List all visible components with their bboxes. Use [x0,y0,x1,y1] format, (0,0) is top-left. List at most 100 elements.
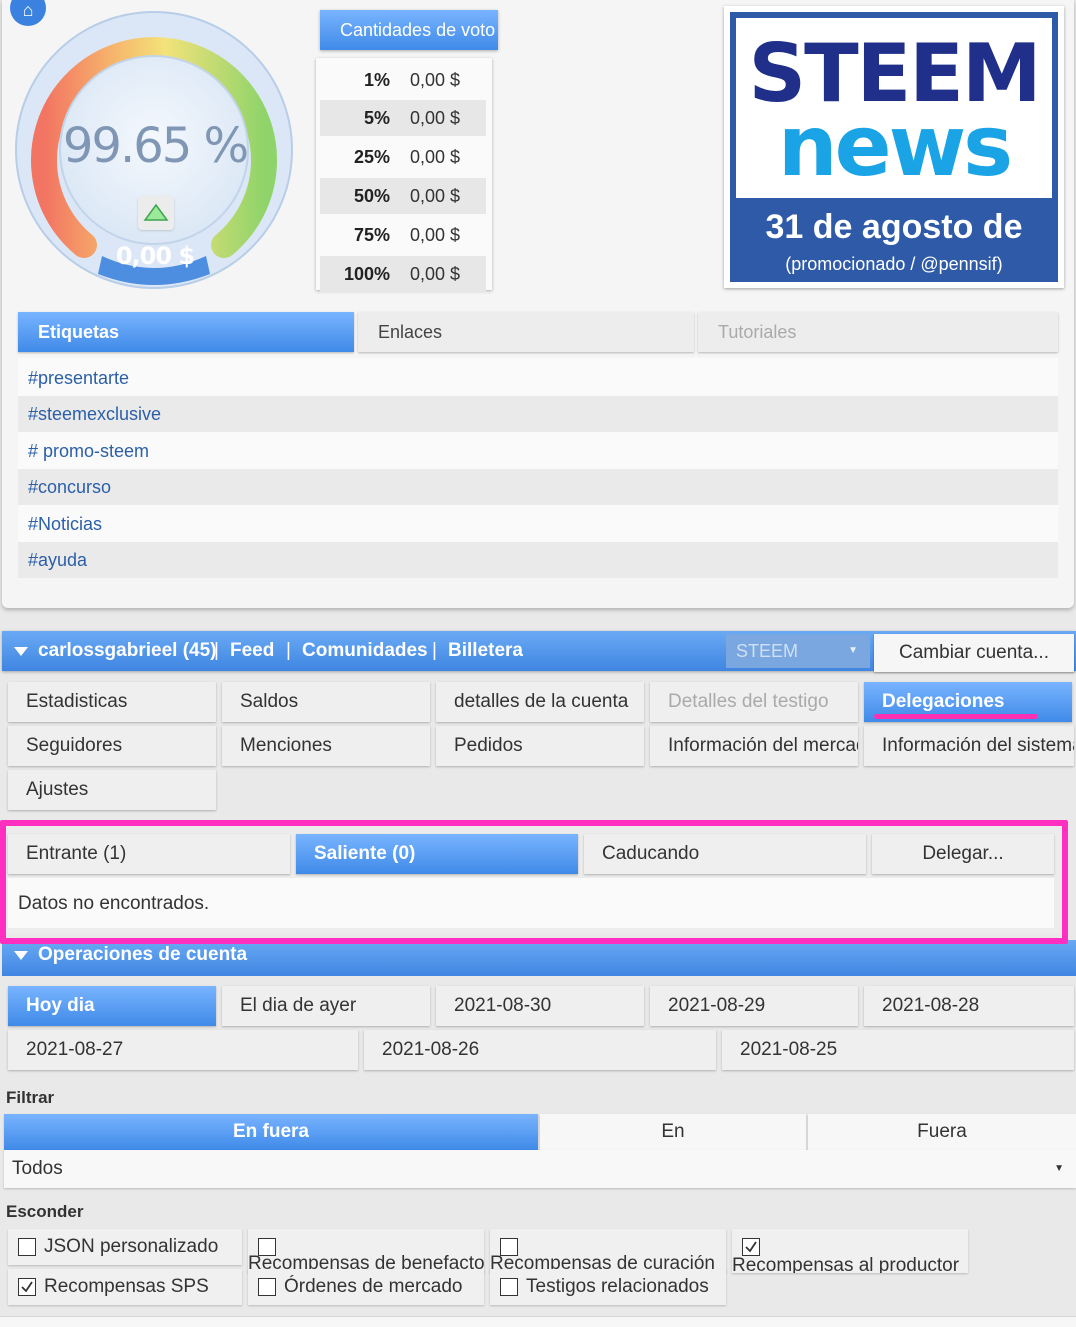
tab-info-mercado[interactable]: Información del mercad [650,726,858,766]
hide-curation-checkbox[interactable]: Recompensas de curación [490,1229,726,1273]
vote-pct: 25% [353,147,390,167]
day-tab[interactable]: 2021-08-25 [722,1030,1074,1070]
checkbox-label: Recompensas SPS [44,1276,209,1297]
tag-link[interactable]: #ayuda [18,542,1058,578]
tab-detalles-cuenta[interactable]: detalles de la cuenta [436,682,644,722]
bottom-edge [0,1316,1076,1327]
hide-label: Esconder [6,1202,84,1221]
steem-news-logo: STEEM news [736,18,1052,198]
vote-amount: 0,00 $ [410,70,461,90]
vote-pct: 50% [353,186,390,206]
filter-in[interactable]: En [540,1114,806,1150]
day-tab[interactable]: 2021-08-27 [8,1030,358,1070]
account-name-link[interactable]: carlossgabrieel (45) [38,631,216,671]
vote-row: 25% 0,00 $ [320,139,486,175]
tab-enlaces[interactable]: Enlaces [358,312,694,352]
checkbox-unchecked-icon [258,1278,276,1296]
tab-tutoriales[interactable]: Tutoriales [698,312,1058,352]
hide-producer-checkbox[interactable]: Recompensas al productor [732,1229,968,1273]
vote-row: 75% 0,00 $ [320,217,486,253]
caret-down-icon: ▼ [848,645,858,656]
day-tab[interactable]: 2021-08-28 [864,986,1074,1026]
vote-row: 1% 0,00 $ [320,62,486,98]
tab-seguidores[interactable]: Seguidores [8,726,216,766]
separator: | [286,640,291,661]
tag-link[interactable]: #Noticias [18,506,1058,542]
tab-info-sistema[interactable]: Información del sistema [864,726,1074,766]
chevron-down-icon[interactable] [14,647,28,656]
tag-list: #presentarte #steemexclusive # promo-ste… [18,358,1058,578]
vote-pct: 100% [343,264,390,284]
day-tab[interactable]: 2021-08-29 [650,986,858,1026]
logo-news-text: news [777,97,1013,195]
tab-pedidos[interactable]: Pedidos [436,726,644,766]
chain-select-value: STEEM [736,641,799,661]
hide-json-checkbox[interactable]: JSON personalizado [8,1229,242,1265]
steem-news-card[interactable]: STEEM news 31 de agosto de (promocionado… [724,6,1064,288]
vote-amount: 0,00 $ [410,147,461,167]
checkbox-unchecked-icon [18,1238,36,1256]
vote-amounts-table: 1% 0,00 $ 5% 0,00 $ 25% 0,00 $ 50% 0,00 $ 75… [316,58,492,292]
hide-benefactor-checkbox[interactable]: Recompensas de benefactor [248,1229,484,1273]
tag-link[interactable]: #steemexclusive [18,396,1058,432]
operation-type-value: Todos [12,1158,63,1179]
filter-label: Filtrar [6,1088,55,1107]
tab-etiquetas[interactable]: Etiquetas [18,312,354,352]
operations-title: Operaciones de cuenta [38,944,248,965]
vote-amount: 0,00 $ [410,225,461,245]
day-tab[interactable]: 2021-08-26 [364,1030,716,1070]
vote-amount: 0,00 $ [410,186,461,206]
checkbox-unchecked-icon [500,1278,518,1296]
tag-link[interactable]: #concurso [18,469,1058,505]
checkbox-checked-icon [742,1238,760,1256]
checkbox-label: Recompensas al productor [732,1255,960,1273]
tab-estadisticas[interactable]: Estadisticas [8,682,216,722]
tag-link[interactable]: # promo-steem [18,433,1058,469]
chevron-down-icon[interactable] [14,951,28,960]
feed-link[interactable]: Feed [230,631,274,671]
vote-row: 5% 0,00 $ [320,100,486,136]
wallet-link[interactable]: Billetera [448,631,523,671]
tab-saldos[interactable]: Saldos [222,682,430,722]
tag-link[interactable]: #presentarte [18,360,1058,396]
steem-news-banner: STEEM news 31 de agosto de (promocionado… [730,12,1058,282]
tab-menciones[interactable]: Menciones [222,726,430,766]
checkbox-label: JSON personalizado [44,1236,219,1257]
separator: | [214,640,219,661]
checkbox-checked-icon [18,1278,36,1296]
voting-power-percent: 99.65 % [62,118,249,174]
day-tab[interactable]: 2021-08-30 [436,986,644,1026]
pink-highlight-box [0,820,1068,944]
checkbox-label: Testigos relacionados [526,1276,709,1297]
account-operations-bar[interactable]: Operaciones de cuenta [2,940,1076,976]
chain-select[interactable]: STEEM ▼ [726,634,870,668]
vote-amounts-title: Cantidades de voto [320,10,498,50]
caret-down-icon: ▼ [1054,1163,1064,1174]
vote-pct: 1% [363,70,390,90]
vote-amount: 0,00 $ [410,108,461,128]
vote-row: 100% 0,00 $ [320,256,486,292]
vote-pct: 75% [353,225,390,245]
day-tab-today[interactable]: Hoy dia [8,986,216,1026]
vote-amount: 0,00 $ [410,264,461,284]
hide-witness-checkbox[interactable]: Testigos relacionados [490,1269,726,1305]
filter-in-out[interactable]: En fuera [4,1114,538,1150]
filter-out[interactable]: Fuera [808,1114,1076,1150]
expand-up-button[interactable] [138,196,174,230]
steemworld-page: ⌂ 99.65 % 0,00 $ Cantidades de voto 1% 0… [0,0,1076,1327]
vote-row: 50% 0,00 $ [320,178,486,214]
operation-type-select[interactable]: Todos ▼ [4,1150,1076,1188]
pink-highlight-underline [874,714,1038,719]
switch-account-button[interactable]: Cambiar cuenta... [874,634,1074,672]
tab-ajustes[interactable]: Ajustes [8,770,216,810]
hide-market-orders-checkbox[interactable]: Órdenes de mercado [248,1269,484,1305]
triangle-up-icon [143,203,169,221]
communities-link[interactable]: Comunidades [302,631,428,671]
hide-sps-checkbox[interactable]: Recompensas SPS [8,1269,242,1305]
day-tab-yesterday[interactable]: El dia de ayer [222,986,430,1026]
separator: | [432,640,437,661]
tab-detalles-testigo[interactable]: Detalles del testigo [650,682,858,722]
checkbox-label: Órdenes de mercado [284,1276,463,1297]
vote-pct: 5% [363,108,390,128]
news-subtitle: (promocionado / @pennsif) [785,254,1003,274]
